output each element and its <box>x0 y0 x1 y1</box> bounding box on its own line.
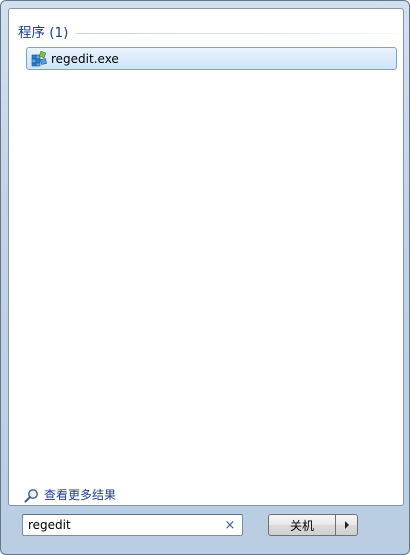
see-more-results-link[interactable]: 查看更多结果 <box>24 487 116 503</box>
clear-search-button[interactable]: × <box>221 516 239 534</box>
start-menu-frame: 程序 (1) regedit.exe 查看更多结果 regedit × 关机 <box>0 0 410 555</box>
results-group-title[interactable]: 程序 (1) <box>18 24 68 42</box>
shutdown-options-button[interactable] <box>335 514 358 536</box>
see-more-label: 查看更多结果 <box>44 487 117 502</box>
search-box[interactable]: × <box>22 514 243 536</box>
registry-editor-icon <box>31 50 47 66</box>
result-item-regedit[interactable]: regedit.exe <box>26 47 397 70</box>
shutdown-button[interactable]: 关机 <box>268 514 335 536</box>
search-input[interactable] <box>23 516 221 534</box>
results-group-header: 程序 (1) <box>18 24 403 42</box>
shutdown-split-button: 关机 <box>268 514 358 536</box>
group-divider <box>76 32 403 34</box>
chevron-right-icon <box>344 521 349 529</box>
search-results-panel: 程序 (1) regedit.exe 查看更多结果 <box>8 8 404 506</box>
magnifier-icon <box>24 488 38 502</box>
result-item-label: regedit.exe <box>51 51 119 66</box>
